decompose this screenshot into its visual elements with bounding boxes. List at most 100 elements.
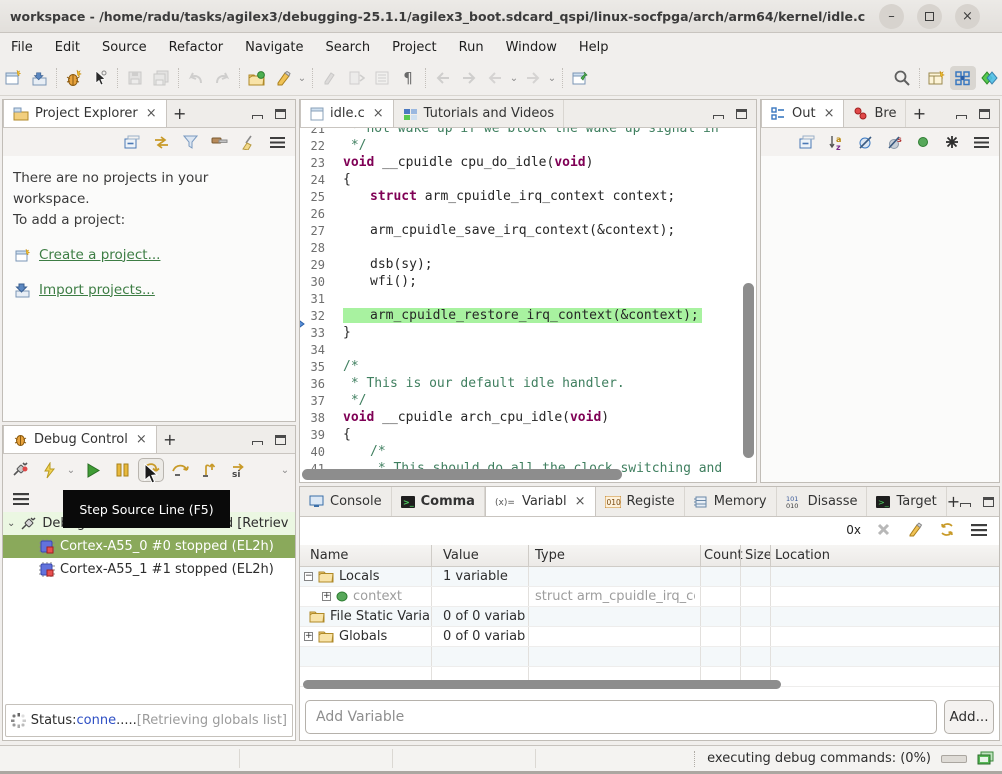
maximize-view-icon[interactable] — [275, 108, 286, 119]
pause-button[interactable] — [109, 458, 135, 482]
code-line-39[interactable]: 39 { — [300, 426, 740, 443]
close-icon[interactable]: × — [575, 494, 586, 509]
maximize-view-icon[interactable] — [736, 108, 747, 119]
code-line-21[interactable]: 21 * not wake up if we block the wake up… — [300, 128, 740, 137]
tab-memory[interactable]: Memory — [685, 487, 777, 516]
menu-project[interactable]: Project — [381, 36, 447, 59]
minimize-view-icon[interactable] — [956, 114, 967, 119]
code-line-32[interactable]: 32 arm_cpuidle_restore_irq_context(&conte… — [300, 307, 740, 328]
code-line-38[interactable]: 38 void __cpuidle arch_cpu_idle(void) — [300, 409, 740, 426]
code-line-24[interactable]: 24 { — [300, 171, 740, 188]
step-instruction-button[interactable]: si — [225, 458, 251, 482]
create-project-link[interactable]: Create a project... — [39, 245, 160, 266]
close-icon[interactable]: × — [373, 106, 384, 121]
view-menu-button[interactable] — [11, 490, 31, 508]
connect-dropdown[interactable]: ⌄ — [296, 73, 308, 84]
menu-help[interactable]: Help — [568, 36, 620, 59]
edit-variable-button[interactable] — [905, 521, 925, 539]
last-edit-location-button[interactable] — [430, 66, 456, 90]
menu-edit[interactable]: Edit — [44, 36, 91, 59]
column-divider[interactable] — [700, 545, 701, 566]
expand-expander[interactable]: + — [322, 592, 331, 601]
tab-debug-control[interactable]: Debug Control × — [3, 426, 157, 453]
maximize-button[interactable] — [917, 3, 942, 29]
tab-registers[interactable]: 010 Registe — [596, 487, 685, 516]
undo-button[interactable] — [183, 66, 209, 90]
close-button[interactable]: × — [955, 3, 980, 29]
build-button[interactable] — [209, 133, 229, 151]
table-row-globals[interactable]: + Globals 0 of 0 variables — [300, 627, 999, 647]
refresh-button[interactable] — [937, 521, 957, 539]
collapse-all-button[interactable] — [797, 133, 817, 151]
continue-button[interactable] — [80, 458, 106, 482]
remove-button[interactable] — [873, 521, 893, 539]
clean-button[interactable] — [238, 133, 258, 151]
minimize-view-icon[interactable] — [713, 114, 724, 119]
code-line-36[interactable]: 36 * This is our default idle handler. — [300, 375, 740, 392]
new-view-button[interactable]: + — [167, 100, 193, 127]
table-row-context[interactable]: + context struct arm_cpuidle_irq_context — [300, 587, 999, 607]
progress-view-icon[interactable] — [977, 751, 994, 766]
toolbar-overflow-chevron[interactable]: ⌄ — [279, 465, 291, 476]
import-button[interactable] — [26, 66, 52, 90]
code-line-29[interactable]: 29 dsb(sy); — [300, 256, 740, 273]
sync-button[interactable] — [343, 66, 369, 90]
view-menu-button[interactable] — [971, 133, 991, 151]
code-line-35[interactable]: 35 /* — [300, 358, 740, 375]
column-divider[interactable] — [740, 545, 741, 566]
column-header-location[interactable]: Location — [775, 548, 830, 563]
menu-refactor[interactable]: Refactor — [158, 36, 235, 59]
open-perspective-button[interactable] — [924, 66, 950, 90]
hide-fields-button[interactable] — [855, 133, 875, 151]
column-header-name[interactable]: Name — [310, 548, 348, 563]
code-line-37[interactable]: 37 */ — [300, 392, 740, 409]
cpp-perspective-button[interactable] — [976, 66, 1002, 90]
menu-search[interactable]: Search — [314, 36, 381, 59]
filter-button[interactable] — [180, 133, 200, 151]
disconnect-button[interactable] — [7, 458, 33, 482]
editor-horizontal-scrollbar[interactable] — [302, 469, 622, 480]
forward-dropdown[interactable]: ⌄ — [546, 73, 558, 84]
code-line-27[interactable]: 27 arm_cpuidle_save_irq_context(&context)… — [300, 222, 740, 239]
close-icon[interactable]: × — [824, 106, 835, 121]
new-button[interactable] — [0, 66, 26, 90]
hide-static-button[interactable]: s — [884, 133, 904, 151]
connect-button[interactable] — [36, 458, 62, 482]
close-icon[interactable]: × — [146, 106, 157, 121]
save-all-button[interactable] — [148, 66, 174, 90]
tab-target[interactable]: >_ Target — [867, 487, 947, 516]
column-header-count[interactable]: Count — [704, 548, 743, 563]
tab-variables[interactable]: (x)= Variabl × — [484, 487, 596, 516]
sort-button[interactable]: az — [826, 133, 846, 151]
menu-navigate[interactable]: Navigate — [234, 36, 314, 59]
tab-commands[interactable]: >_ Comma — [392, 487, 485, 516]
import-projects-link[interactable]: Import projects... — [39, 280, 155, 301]
pin-editor-button[interactable] — [567, 66, 593, 90]
view-menu-button[interactable] — [267, 133, 287, 151]
editor-vertical-scrollbar[interactable] — [743, 283, 754, 458]
column-header-size[interactable]: Size — [745, 548, 772, 563]
code-line-22[interactable]: 22 */ — [300, 137, 740, 154]
tab-outline[interactable]: Out × — [761, 100, 845, 127]
connect-script-button[interactable] — [270, 66, 296, 90]
debug-perspective-button[interactable] — [950, 66, 976, 90]
show-whitespace-button[interactable]: ¶ — [395, 66, 421, 90]
menu-file[interactable]: File — [0, 36, 44, 59]
tab-project-explorer[interactable]: Project Explorer × — [3, 100, 167, 127]
redo-button[interactable] — [209, 66, 235, 90]
back-button[interactable] — [482, 66, 508, 90]
tab-console[interactable]: Console — [300, 487, 392, 516]
column-header-type[interactable]: Type — [535, 548, 565, 563]
outline-list-button[interactable] — [369, 66, 395, 90]
expander-chevron-icon[interactable]: ⌄ — [7, 518, 15, 529]
debug-config-button[interactable] — [61, 66, 87, 90]
code-line-28[interactable]: 28 — [300, 239, 740, 256]
column-divider[interactable] — [528, 545, 529, 566]
debug-core-0[interactable]: Cortex-A55_0 #0 stopped (EL2h) — [3, 535, 295, 558]
status-link[interactable]: conne — [77, 713, 117, 728]
search-button[interactable] — [889, 66, 915, 90]
link-editor-button[interactable] — [151, 133, 171, 151]
maximize-view-icon[interactable] — [983, 496, 995, 507]
back-dropdown[interactable]: ⌄ — [508, 73, 520, 84]
minimize-view-icon[interactable] — [960, 502, 972, 507]
